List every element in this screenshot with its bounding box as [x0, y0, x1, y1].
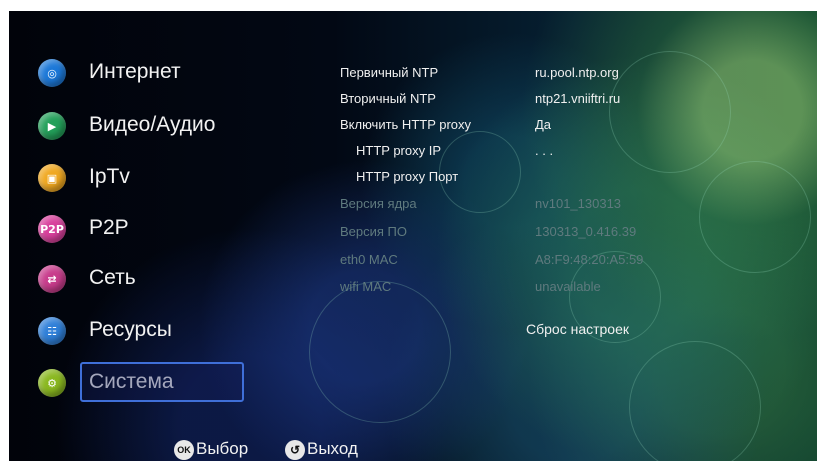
setting-value: nv101_130313	[535, 196, 622, 211]
sidebar-item-label: Сеть	[89, 266, 136, 289]
setting-label[interactable]: Включить HTTP proxy	[340, 117, 471, 132]
setting-value[interactable]: . . .	[535, 143, 553, 158]
sidebar-item-3[interactable]: P2P P2P	[34, 211, 294, 251]
back-button-icon: ↺	[285, 439, 305, 460]
bokeh-circle	[629, 341, 761, 461]
resources-icon: ☷	[38, 317, 66, 345]
bokeh-circle	[699, 161, 811, 273]
setting-value: A8:F9:48:20:A5:59	[535, 252, 644, 267]
setting-value[interactable]: Да	[535, 117, 551, 132]
select-label: Выбор	[196, 439, 249, 458]
exit-label: Выход	[307, 439, 358, 458]
setting-value: unavailable	[535, 279, 601, 294]
reset-settings-button[interactable]: Сброс настроек	[526, 321, 629, 337]
setting-label: Версия ядра	[340, 196, 417, 211]
sidebar-item-label: Интернет	[89, 60, 181, 83]
exit-hint[interactable]: ↺ Выход	[285, 439, 358, 460]
setting-value: 130313_0.416.39	[535, 224, 637, 239]
setting-label[interactable]: Вторичный NTP	[340, 91, 436, 106]
sidebar-item-4[interactable]: ⇄ Сеть	[34, 261, 294, 301]
setting-label[interactable]: Первичный NTP	[340, 65, 438, 80]
sidebar-item-label: Видео/Аудио	[89, 113, 216, 136]
setting-label[interactable]: HTTP proxy Порт	[356, 169, 458, 184]
sidebar-item-label: Ресурсы	[89, 318, 172, 341]
sidebar-item-label: IpTv	[89, 165, 130, 188]
globe-icon: ◎	[38, 59, 66, 87]
select-hint[interactable]: OK Выбор	[174, 439, 248, 460]
ok-button-icon: OK	[174, 439, 194, 460]
setting-value[interactable]: ntp21.vniiftri.ru	[535, 91, 620, 106]
bokeh-circle	[609, 51, 731, 173]
system-icon: ⚙	[38, 369, 66, 397]
bokeh-circle	[309, 281, 451, 423]
play-icon: ▶	[38, 112, 66, 140]
setting-label: Версия ПО	[340, 224, 407, 239]
sidebar-item-1[interactable]: ▶ Видео/Аудио	[34, 108, 294, 148]
setting-label[interactable]: HTTP proxy IP	[356, 143, 441, 158]
setting-label: wifi MAC	[340, 279, 392, 294]
setting-value[interactable]: ru.pool.ntp.org	[535, 65, 619, 80]
screen: ◎ Интернет ▶ Видео/Аудио ▣ IpTv P2P P2P ⇄ Сеть ☷ Ре…	[9, 11, 817, 461]
setting-label: eth0 MAC	[340, 252, 398, 267]
sidebar-item-5[interactable]: ☷ Ресурсы	[34, 313, 294, 353]
sidebar-item-label: P2P	[89, 216, 129, 239]
sidebar-item-2[interactable]: ▣ IpTv	[34, 160, 294, 200]
sidebar-item-0[interactable]: ◎ Интернет	[34, 55, 294, 95]
network-icon: ⇄	[38, 265, 66, 293]
tv-icon: ▣	[38, 164, 66, 192]
p2p-icon: P2P	[38, 215, 66, 243]
selected-highlight	[80, 362, 244, 402]
